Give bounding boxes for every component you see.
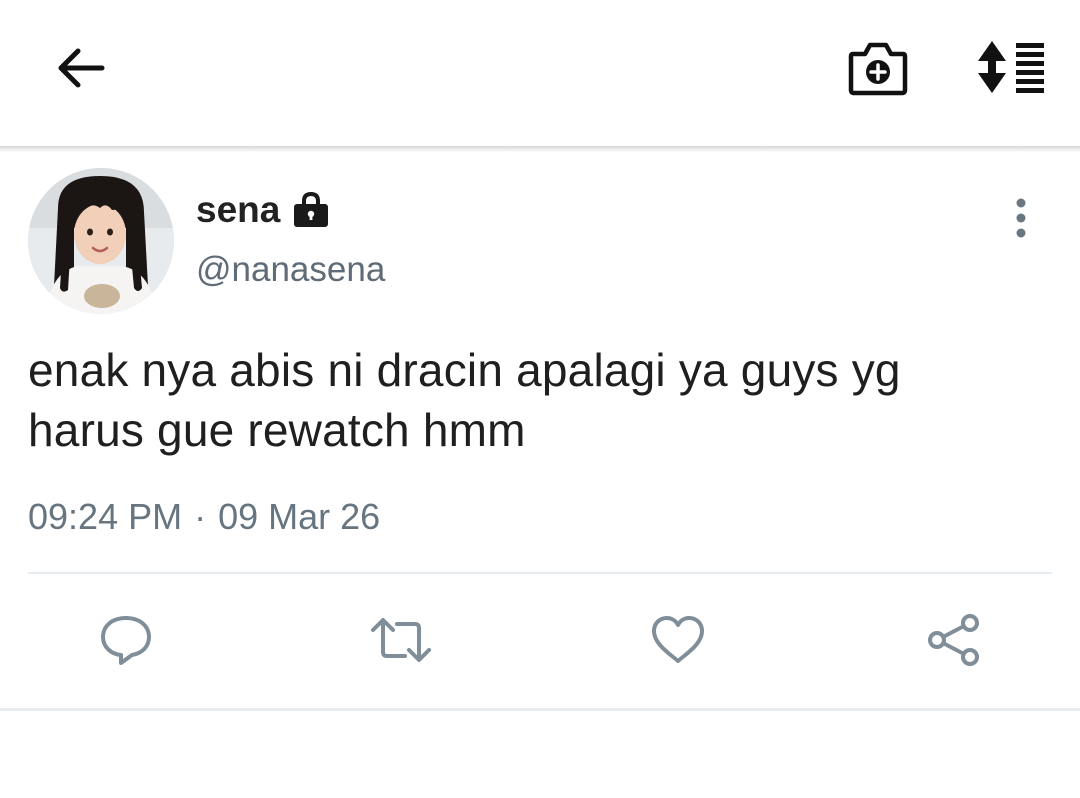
display-name-row[interactable]: sena bbox=[196, 186, 330, 234]
sort-button[interactable] bbox=[970, 34, 1054, 100]
like-button[interactable] bbox=[646, 608, 710, 672]
top-bar-shadow bbox=[0, 146, 1080, 152]
tweet-date: 09 Mar 26 bbox=[218, 496, 381, 537]
divider bbox=[0, 708, 1080, 711]
share-button[interactable] bbox=[922, 608, 986, 672]
display-name: sena bbox=[196, 189, 281, 230]
tweet-detail-screen: sena @nanasena enak nya abis ni dracin a… bbox=[0, 0, 1080, 798]
lock-icon bbox=[294, 191, 329, 227]
tweet-text: enak nya abis ni dracin apalagi ya guys … bbox=[28, 340, 1038, 460]
camera-button[interactable] bbox=[840, 34, 916, 100]
divider bbox=[28, 572, 1052, 574]
heart-icon bbox=[652, 616, 704, 663]
sort-list-icon bbox=[978, 41, 1044, 93]
tweet-time: 09:24 PM bbox=[28, 496, 183, 537]
avatar[interactable] bbox=[28, 168, 174, 314]
user-handle[interactable]: @nanasena bbox=[196, 250, 385, 290]
camera-plus-icon bbox=[848, 42, 908, 96]
tweet-timestamp: 09:24 PM · 09 Mar 26 bbox=[28, 496, 380, 538]
tweet-text-line: harus gue rewatch hmm bbox=[28, 404, 526, 456]
back-button[interactable] bbox=[48, 40, 112, 96]
arrow-left-icon bbox=[58, 48, 105, 88]
retweet-icon bbox=[371, 618, 431, 662]
avatar-image bbox=[28, 168, 174, 314]
vertical-dots-icon bbox=[1016, 198, 1026, 238]
share-icon bbox=[928, 614, 979, 666]
reply-bubble-icon bbox=[101, 616, 151, 665]
retweet-button[interactable] bbox=[369, 608, 433, 672]
top-bar bbox=[0, 0, 1080, 146]
tweet-text-line: enak nya abis ni dracin apalagi ya guys … bbox=[28, 344, 901, 396]
reply-button[interactable] bbox=[94, 608, 158, 672]
timestamp-separator: · bbox=[194, 496, 207, 537]
more-options-button[interactable] bbox=[1000, 192, 1042, 244]
